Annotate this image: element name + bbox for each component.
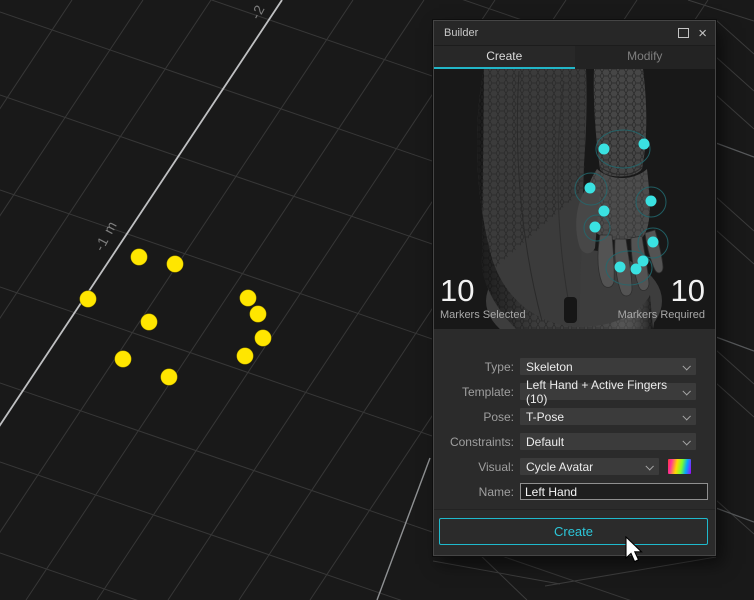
- constraints-dropdown[interactable]: Default: [520, 433, 696, 450]
- name-input[interactable]: [520, 483, 708, 500]
- markers-required-label: Markers Required: [618, 309, 705, 321]
- panel-titlebar[interactable]: Builder ×: [434, 21, 715, 46]
- tab-bar: Create Modify: [434, 46, 715, 69]
- divider: [434, 509, 715, 510]
- template-label: Template:: [434, 385, 520, 399]
- visual-dropdown[interactable]: Cycle Avatar: [520, 458, 659, 475]
- markers-required-count: 10: [618, 276, 705, 306]
- markers-required-stat: 10 Markers Required: [618, 276, 705, 321]
- chevron-down-icon: [682, 387, 690, 395]
- tab-create[interactable]: Create: [434, 46, 575, 69]
- markers-selected-count: 10: [440, 276, 526, 306]
- avatar-color-swatch[interactable]: [668, 459, 691, 474]
- pose-label: Pose:: [434, 410, 520, 424]
- app-window: -2-1 m Builder × Create Modify: [0, 0, 754, 600]
- builder-form: Type: Skeleton Template: Left Hand + Act…: [434, 329, 715, 504]
- chevron-down-icon: [682, 362, 690, 370]
- panel-title: Builder: [444, 21, 478, 45]
- markers-selected-stat: 10 Markers Selected: [440, 276, 526, 321]
- builder-panel: Builder × Create Modify: [433, 20, 716, 556]
- tab-modify[interactable]: Modify: [575, 46, 716, 69]
- name-label: Name:: [434, 485, 520, 499]
- type-label: Type:: [434, 360, 520, 374]
- close-icon[interactable]: ×: [698, 26, 707, 41]
- type-dropdown[interactable]: Skeleton: [520, 358, 696, 375]
- maximize-icon[interactable]: [678, 28, 689, 38]
- skeleton-preview: 10 Markers Selected 10 Markers Required: [434, 69, 715, 329]
- template-dropdown[interactable]: Left Hand + Active Fingers (10): [520, 383, 696, 400]
- pose-dropdown[interactable]: T-Pose: [520, 408, 696, 425]
- constraints-label: Constraints:: [434, 435, 520, 449]
- chevron-down-icon: [682, 412, 690, 420]
- visual-label: Visual:: [434, 460, 520, 474]
- create-button[interactable]: Create: [439, 518, 708, 545]
- chevron-down-icon: [682, 437, 690, 445]
- chevron-down-icon: [645, 462, 653, 470]
- markers-selected-label: Markers Selected: [440, 309, 526, 321]
